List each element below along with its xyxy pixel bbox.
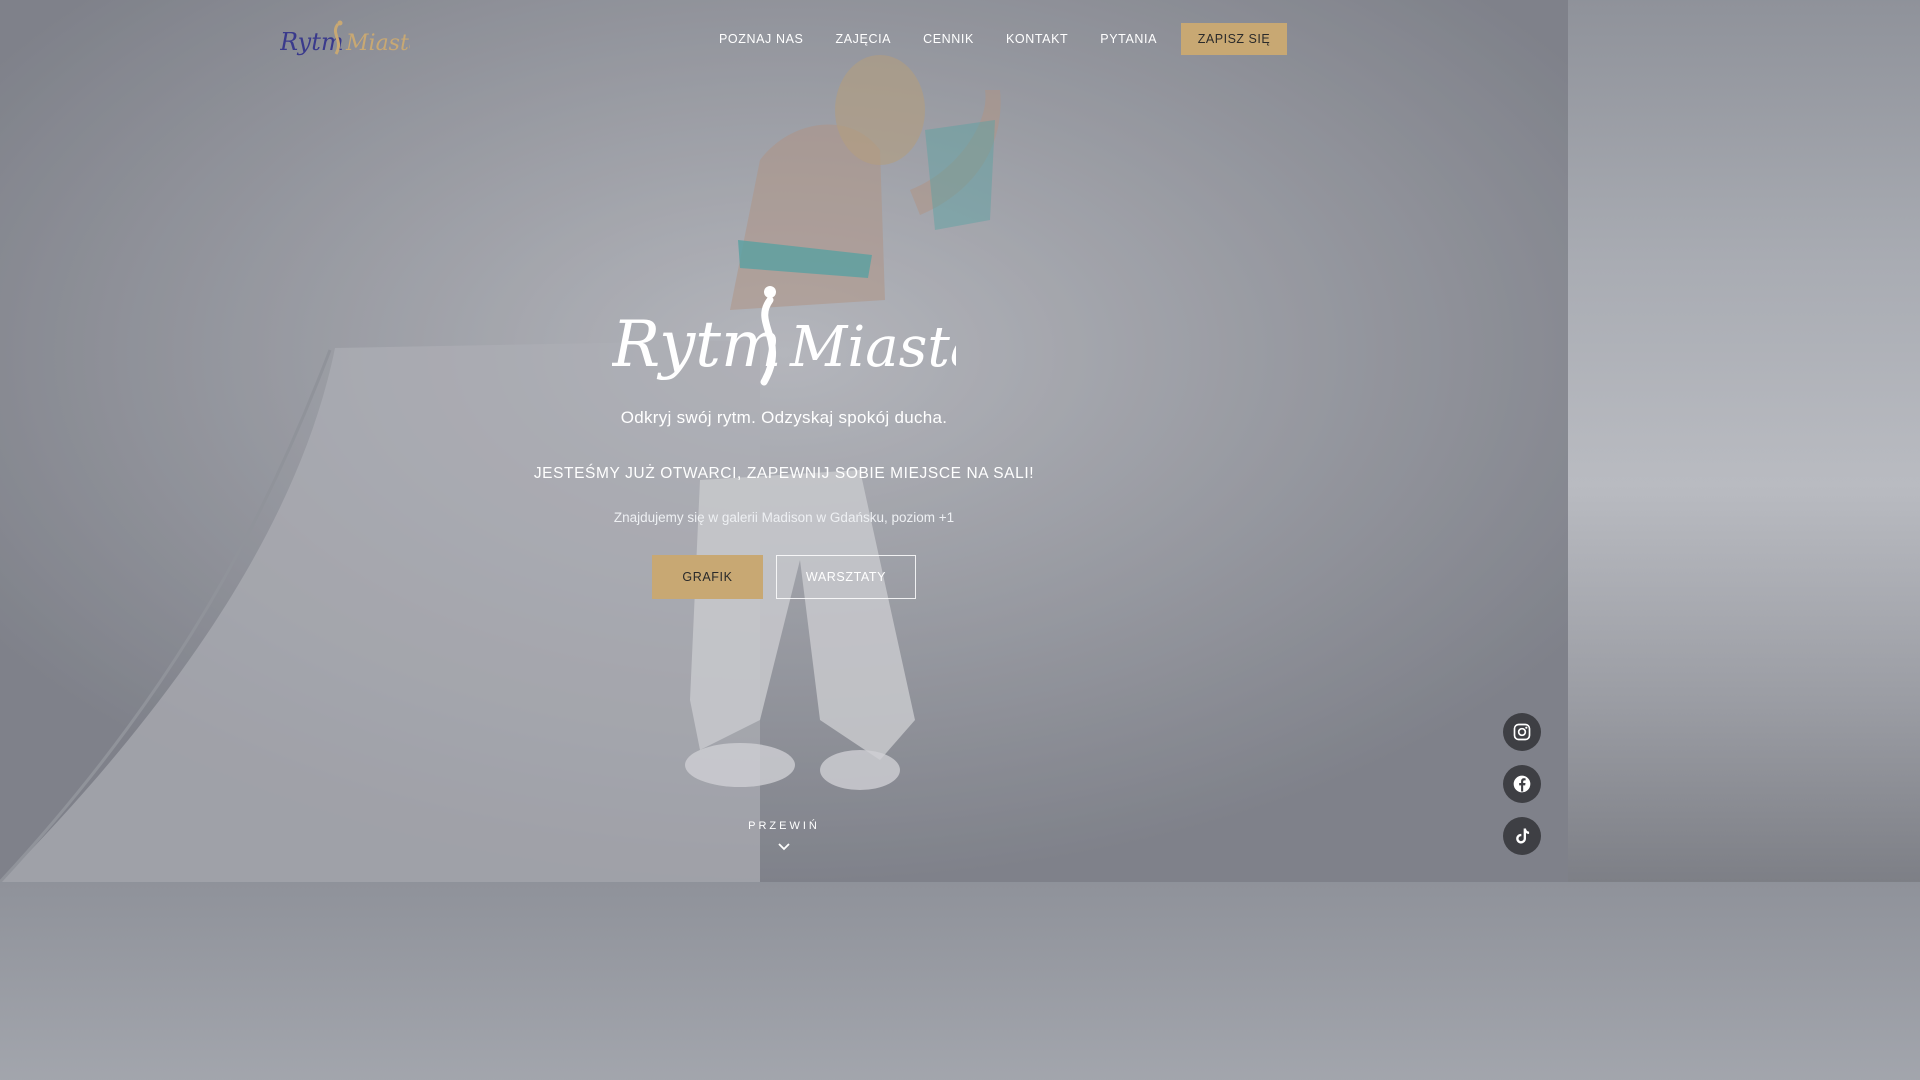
svg-text:Rytm: Rytm [612, 308, 782, 382]
nav-item-poznaj-nas[interactable]: POZNAJ NAS [703, 29, 820, 49]
svg-text:Miasta: Miasta [345, 31, 410, 56]
logo-graphic: Rytm Miasta [279, 20, 422, 56]
hero-headline: JESTEŚMY JUŻ OTWARCI, ZAPEWNIJ SOBIE MIE… [533, 465, 1035, 482]
svg-text:Miasta: Miasta [789, 315, 956, 380]
tiktok-icon [1516, 828, 1530, 844]
hero-tagline: Odkryj swój rytm. Odzyskaj spokój ducha. [620, 408, 948, 427]
main-nav: POZNAJ NAS ZAJĘCIA CENNIK KONTAKT PYTANI… [703, 29, 1173, 49]
nav-item-kontakt[interactable]: KONTAKT [990, 29, 1084, 49]
workshops-button[interactable]: WARSZTATY [776, 555, 916, 599]
signup-button[interactable]: ZAPISZ SIĘ [1181, 23, 1287, 55]
facebook-icon [1513, 775, 1531, 793]
chevron-down-icon[interactable] [777, 842, 791, 852]
scroll-hint[interactable]: PRZEWIŃ [0, 820, 1568, 832]
facebook-button[interactable] [1503, 765, 1541, 803]
site-header: Rytm Miasta POZNAJ NAS ZAJĘCIA CENNIK KO… [0, 0, 1568, 80]
instagram-button[interactable] [1503, 713, 1541, 751]
nav-item-cennik[interactable]: CENNIK [907, 29, 990, 49]
tiktok-button[interactable] [1503, 817, 1541, 855]
hero-overlay [0, 0, 1568, 882]
instagram-icon [1513, 723, 1531, 741]
hero-logo-graphic: Rytm Miasta [611, 286, 983, 386]
logo[interactable]: Rytm Miasta [279, 18, 422, 60]
hero-location: Znajdujemy się w galerii Madison w Gdańs… [613, 510, 955, 525]
nav-item-pytania[interactable]: PYTANIA [1084, 29, 1173, 49]
schedule-button[interactable]: GRAFIK [652, 555, 763, 599]
nav-item-zajecia[interactable]: ZAJĘCIA [820, 29, 908, 49]
hero-logo: Rytm Miasta [611, 282, 983, 394]
